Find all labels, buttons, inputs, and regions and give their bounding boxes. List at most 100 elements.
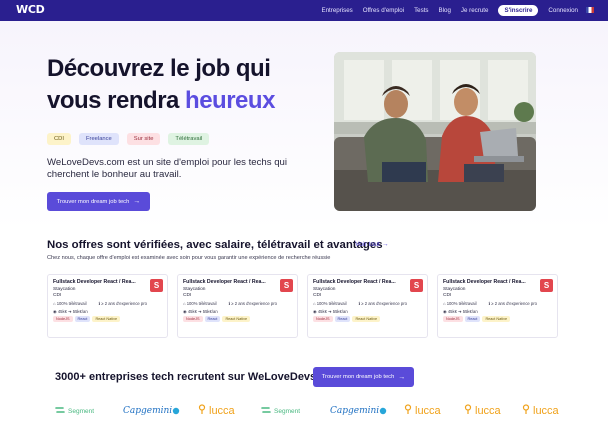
nav-links: Entreprises Offres d'emploi Tests Blog J… (311, 0, 578, 21)
chip-react-native: React Native (92, 316, 121, 322)
chip-react: React (74, 316, 91, 322)
offers-section-title: Nos offres sont vérifiées, avec salaire,… (47, 239, 383, 251)
hero-cta-label: Trouver mon dream job tech (56, 198, 130, 205)
company-logo: S (410, 279, 423, 292)
experience-info: ℹ ≥ 2 ans d'experience pro (228, 301, 277, 306)
nav-link-blog[interactable]: Blog (439, 7, 451, 14)
salary-info: ◉ 45k€ ➔ 55k€/an (183, 309, 292, 314)
job-type-tags: CDI Freelance Sur site Télétravail (47, 133, 217, 145)
chip-react: React (204, 316, 221, 322)
lucca-logo[interactable]: lucca (522, 402, 559, 420)
lucca-wordmark: lucca (209, 405, 235, 417)
experience-info: ℹ ≥ 2 ans d'experience pro (358, 301, 407, 306)
hero-cta-button[interactable]: Trouver mon dream job tech → (47, 192, 150, 211)
capgemini-spade-icon (379, 402, 387, 420)
lucca-wordmark: lucca (475, 405, 501, 417)
job-title[interactable]: Fullstack Developer React / Rea... (183, 279, 278, 285)
company-logo: S (150, 279, 163, 292)
contract-type: CDI (53, 293, 62, 298)
chip-react: React (334, 316, 351, 322)
job-cards: Fullstack Developer React / Rea... Stayc… (47, 274, 558, 338)
job-card[interactable]: Fullstack Developer React / Rea... Stayc… (437, 274, 558, 338)
hero-description: WeLoveDevs.com est un site d'emploi pour… (47, 157, 288, 180)
lucca-logo[interactable]: lucca (464, 402, 501, 420)
segment-logo[interactable]: Segment (261, 402, 300, 420)
chip-nodejs: NodeJS (183, 316, 203, 322)
chip-nodejs: NodeJS (313, 316, 333, 322)
capgemini-spade-icon (172, 402, 180, 420)
arrow-right-icon: → (398, 373, 406, 381)
login-link[interactable]: Connexion (548, 7, 578, 14)
capgemini-wordmark: Capgemini (123, 406, 173, 416)
tech-chips: NodeJS React React Native (53, 316, 162, 322)
nav-link-offres[interactable]: Offres d'emploi (363, 7, 404, 14)
hero-title: Découvrez le job qui vous rendra heureux (47, 53, 327, 117)
hero-photo (334, 52, 536, 211)
job-card[interactable]: Fullstack Developer React / Rea... Stayc… (177, 274, 298, 338)
lucca-icon (464, 402, 472, 420)
lucca-logo[interactable]: lucca (404, 402, 441, 420)
salary-value: ◉ 45k€ ➔ 55k€/an (183, 309, 218, 314)
companies-cta-label: Trouver mon dream job tech (321, 374, 395, 380)
segment-wordmark: Segment (68, 407, 95, 415)
job-title[interactable]: Fullstack Developer React / Rea... (53, 279, 148, 285)
job-card[interactable]: Fullstack Developer React / Rea... Stayc… (307, 274, 428, 338)
company-name: Staycation (313, 287, 336, 292)
chip-react-native: React Native (352, 316, 381, 322)
nav-link-je-recrute[interactable]: Je recrute (461, 7, 489, 14)
salary-info: ◉ 45k€ ➔ 55k€/an (443, 309, 552, 314)
segment-logo[interactable]: Segment (55, 402, 94, 420)
company-name: Staycation (443, 287, 466, 292)
lucca-logo[interactable]: lucca (198, 402, 235, 420)
job-title[interactable]: Fullstack Developer React / Rea... (313, 279, 408, 285)
contract-type: CDI (313, 293, 322, 298)
company-name: Staycation (53, 287, 76, 292)
chip-react: React (464, 316, 481, 322)
offers-section-subtitle: Chez nous, chaque offre d'emploi est exa… (47, 255, 331, 261)
tech-chips: NodeJS React React Native (183, 316, 292, 322)
job-card[interactable]: Fullstack Developer React / Rea... Stayc… (47, 274, 168, 338)
arrow-right-icon: → (381, 241, 389, 248)
job-meta: ⌂ 100% télétravail ℹ ≥ 2 ans d'experienc… (53, 301, 162, 306)
companies-cta-button[interactable]: Trouver mon dream job tech → (313, 367, 414, 387)
top-navbar: WCD Entreprises Offres d'emploi Tests Bl… (0, 0, 608, 21)
company-name: Staycation (183, 287, 206, 292)
salary-value: ◉ 45k€ ➔ 55k€/an (53, 309, 88, 314)
job-title[interactable]: Fullstack Developer React / Rea... (443, 279, 538, 285)
remote-info: ⌂ 100% télétravail (183, 301, 217, 306)
segment-wordmark: Segment (274, 407, 301, 415)
experience-info: ℹ ≥ 2 ans d'experience pro (488, 301, 537, 306)
company-logo: S (540, 279, 553, 292)
language-flag-icon[interactable] (586, 7, 594, 13)
company-logos: Segment Capgemini lucca Segment Capgemin… (55, 402, 565, 420)
capgemini-logo[interactable]: Capgemini (123, 402, 180, 420)
experience-info: ℹ ≥ 2 ans d'experience pro (98, 301, 147, 306)
lucca-wordmark: lucca (415, 405, 441, 417)
job-meta: ⌂ 100% télétravail ℹ ≥ 2 ans d'experienc… (443, 301, 552, 306)
capgemini-logo[interactable]: Capgemini (330, 402, 387, 420)
lucca-icon (198, 402, 206, 420)
company-logo: S (280, 279, 293, 292)
site-logo[interactable]: WCD (16, 3, 45, 16)
chip-react-native: React Native (222, 316, 251, 322)
salary-value: ◉ 45k€ ➔ 55k€/an (313, 309, 348, 314)
hero-title-accent: heureux (185, 87, 275, 114)
tag-cdi: CDI (47, 133, 71, 145)
tag-sur-site: Sur site (126, 133, 161, 145)
lucca-wordmark: lucca (533, 405, 559, 417)
page: WCD Entreprises Offres d'emploi Tests Bl… (0, 0, 608, 442)
remote-info: ⌂ 100% télétravail (313, 301, 347, 306)
contract-type: CDI (183, 293, 192, 298)
lucca-icon (522, 402, 530, 420)
signup-button[interactable]: S'inscrire (498, 5, 539, 16)
nav-link-entreprises[interactable]: Entreprises (321, 7, 352, 14)
companies-section-title: 3000+ entreprises tech recrutent sur WeL… (55, 371, 317, 383)
contract-type: CDI (443, 293, 452, 298)
tech-chips: NodeJS React React Native (443, 316, 552, 322)
nav-link-tests[interactable]: Tests (414, 7, 428, 14)
lucca-icon (404, 402, 412, 420)
tag-teletravail: Télétravail (168, 133, 210, 145)
see-all-link[interactable]: Voir tout → (355, 241, 389, 248)
tag-freelance: Freelance (78, 133, 119, 145)
chip-nodejs: NodeJS (53, 316, 73, 322)
